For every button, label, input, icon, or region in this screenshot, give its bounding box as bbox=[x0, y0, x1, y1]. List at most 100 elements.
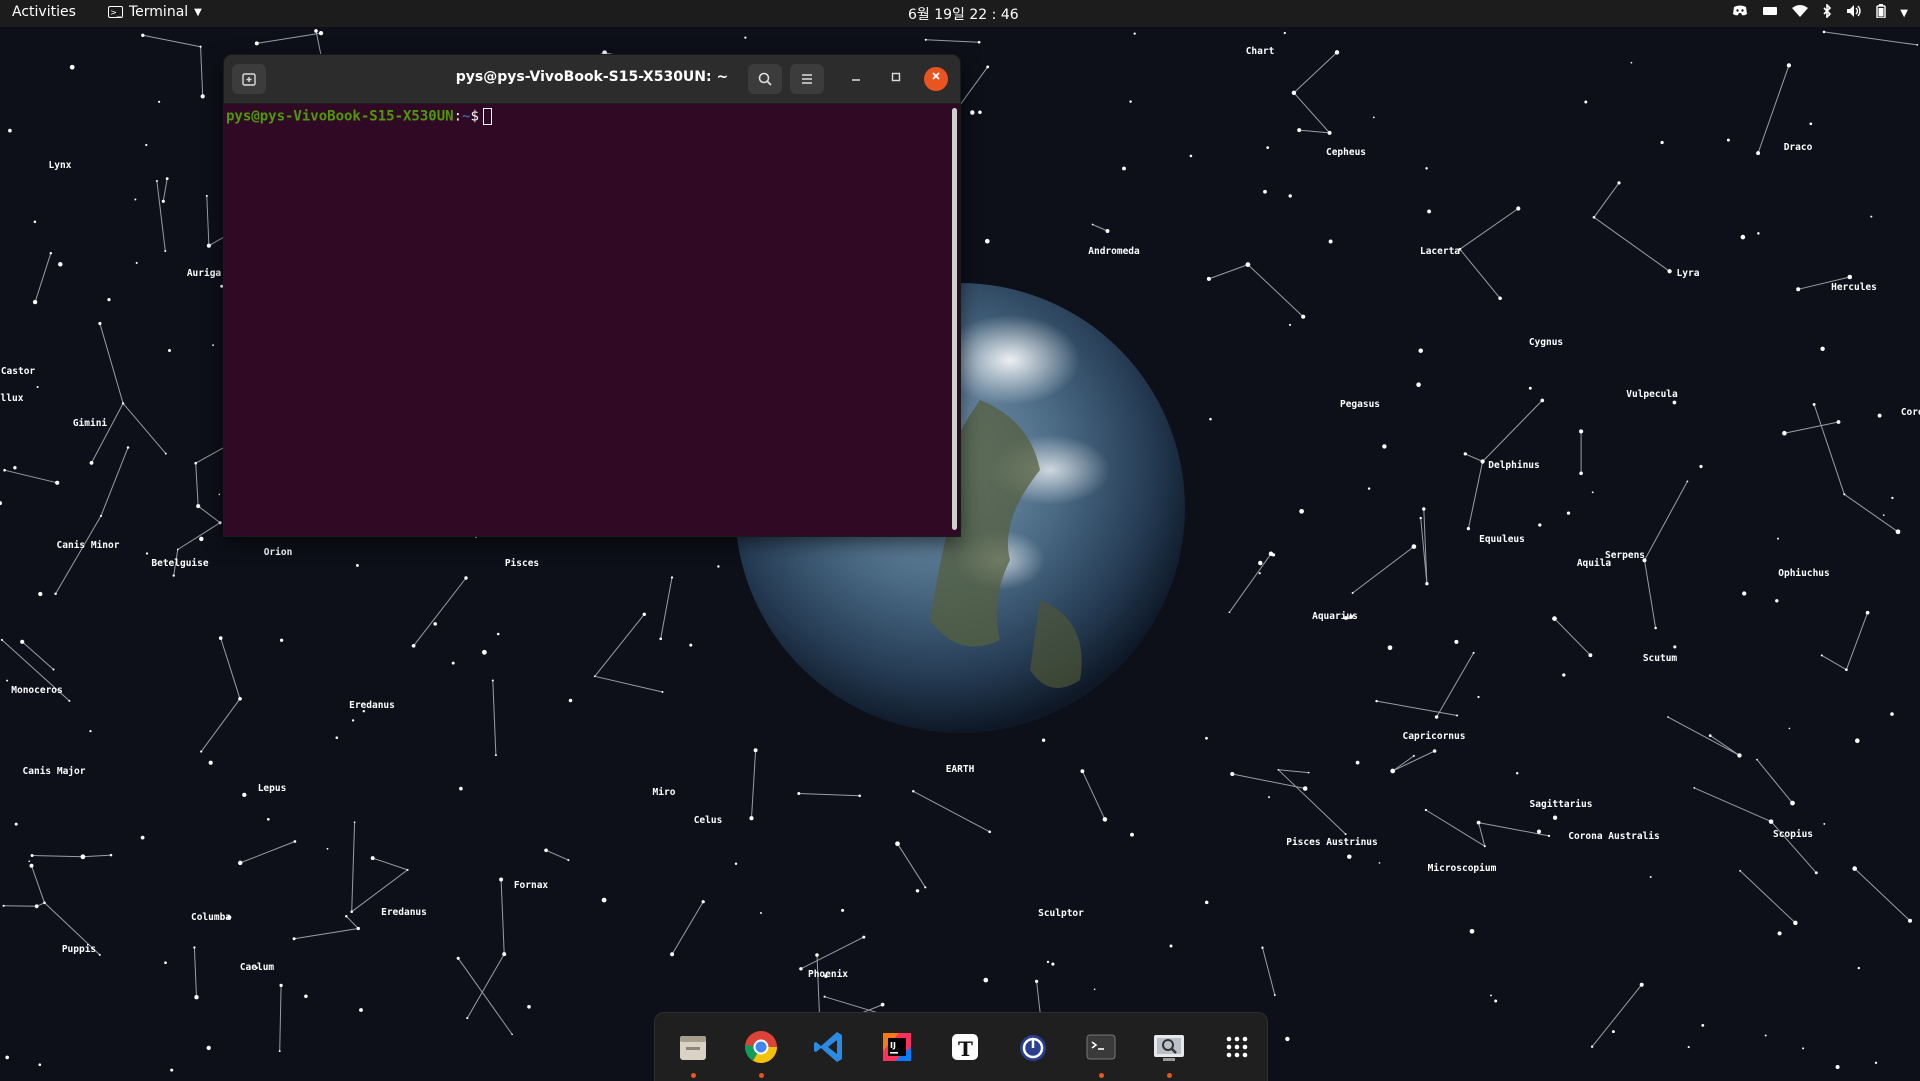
star bbox=[345, 915, 348, 918]
menu-button[interactable] bbox=[790, 64, 824, 94]
star bbox=[212, 344, 215, 347]
star bbox=[1424, 808, 1428, 812]
volume-icon[interactable] bbox=[1846, 4, 1862, 22]
star bbox=[1865, 610, 1870, 615]
star bbox=[1387, 645, 1393, 651]
terminal-window[interactable]: pys@pys-VivoBook-S15-X530UN: ~ pys@pys-V… bbox=[224, 55, 960, 536]
star bbox=[52, 668, 55, 671]
star bbox=[1494, 999, 1498, 1003]
star bbox=[145, 552, 149, 555]
star bbox=[499, 877, 504, 882]
constellation-label: Lyra bbox=[1677, 268, 1700, 279]
star bbox=[1877, 413, 1882, 418]
star bbox=[5, 1055, 9, 1060]
star bbox=[1874, 1061, 1878, 1065]
dock-vscode[interactable] bbox=[809, 1027, 849, 1067]
bluetooth-icon[interactable] bbox=[1822, 3, 1832, 22]
constellation-label: Columba bbox=[191, 912, 231, 923]
star bbox=[970, 110, 975, 115]
star bbox=[121, 402, 125, 405]
system-tray[interactable]: ▼ bbox=[1732, 3, 1908, 22]
new-tab-button[interactable] bbox=[232, 64, 266, 94]
star bbox=[1786, 63, 1792, 68]
star bbox=[58, 262, 63, 267]
star bbox=[218, 493, 221, 496]
system-menu-chevron-icon[interactable]: ▼ bbox=[1900, 8, 1908, 19]
star bbox=[753, 748, 758, 753]
star bbox=[411, 643, 416, 648]
star bbox=[1169, 944, 1173, 948]
star bbox=[1302, 786, 1308, 791]
constellation-label: Puppis bbox=[62, 944, 96, 955]
maximize-button[interactable] bbox=[884, 67, 908, 91]
constellation-label: Vulpecula bbox=[1626, 389, 1678, 400]
star bbox=[89, 461, 94, 465]
star bbox=[1472, 651, 1475, 654]
activities-button[interactable]: Activities bbox=[12, 4, 76, 20]
star bbox=[1245, 262, 1251, 267]
clock[interactable]: 6월 19일 22 : 46 bbox=[908, 4, 1019, 24]
star bbox=[1334, 50, 1340, 55]
star bbox=[1579, 471, 1583, 476]
star bbox=[38, 1063, 42, 1067]
star bbox=[1547, 834, 1551, 838]
dock-files[interactable] bbox=[673, 1027, 713, 1067]
dock-terminal[interactable] bbox=[1081, 1027, 1121, 1067]
star bbox=[145, 143, 148, 147]
star bbox=[170, 1068, 174, 1072]
dock-intellij[interactable]: IJ bbox=[877, 1027, 917, 1067]
star bbox=[1091, 223, 1094, 226]
terminal-scrollbar[interactable] bbox=[952, 108, 957, 530]
star bbox=[1122, 166, 1126, 171]
terminal-output[interactable]: pys@pys-VivoBook-S15-X530UN:~$ bbox=[224, 104, 952, 536]
star bbox=[1273, 994, 1276, 996]
terminal-titlebar[interactable]: pys@pys-VivoBook-S15-X530UN: ~ bbox=[224, 55, 960, 104]
vscode-icon bbox=[814, 1032, 842, 1062]
hamburger-menu-icon bbox=[802, 74, 812, 84]
star bbox=[1372, 116, 1375, 119]
dock-screenshot[interactable] bbox=[1149, 1027, 1189, 1067]
star bbox=[1802, 1047, 1805, 1050]
discord-icon[interactable] bbox=[1732, 5, 1748, 21]
wifi-icon[interactable] bbox=[1792, 4, 1809, 22]
battery-icon[interactable] bbox=[1876, 4, 1886, 22]
constellation-label: Canis Minor bbox=[57, 540, 120, 551]
star bbox=[1584, 100, 1588, 104]
star bbox=[593, 675, 596, 678]
star bbox=[1822, 30, 1826, 34]
search-button[interactable] bbox=[748, 64, 782, 94]
star bbox=[172, 574, 175, 577]
constellation-label: Pisces bbox=[505, 558, 539, 569]
star bbox=[1739, 869, 1742, 872]
star bbox=[135, 261, 138, 264]
constellation-label: Corona bbox=[1901, 407, 1920, 418]
star bbox=[797, 792, 801, 795]
star bbox=[200, 750, 203, 753]
star bbox=[1299, 508, 1304, 514]
dock-timer[interactable] bbox=[1013, 1027, 1053, 1067]
timer-icon bbox=[1020, 1035, 1046, 1061]
minimize-button[interactable] bbox=[844, 67, 868, 91]
star bbox=[1476, 820, 1481, 825]
star bbox=[1382, 444, 1387, 449]
dock-typora[interactable]: T bbox=[945, 1027, 985, 1067]
app-menu-terminal[interactable]: >_ Terminal ▼ bbox=[108, 4, 202, 20]
show-applications-button[interactable] bbox=[1217, 1027, 1257, 1067]
constellation-label: Corona Australis bbox=[1568, 831, 1660, 842]
star bbox=[0, 638, 3, 641]
star bbox=[205, 194, 208, 197]
star bbox=[858, 794, 861, 798]
close-button[interactable] bbox=[924, 67, 948, 91]
star bbox=[1768, 819, 1774, 824]
constellation-label: Andromeda bbox=[1088, 246, 1140, 257]
star bbox=[193, 946, 196, 949]
keyboard-icon[interactable] bbox=[1762, 5, 1778, 21]
star bbox=[1355, 760, 1360, 765]
star bbox=[1660, 140, 1664, 145]
star bbox=[1588, 653, 1593, 658]
constellation-label: Celus bbox=[694, 815, 723, 826]
star bbox=[1228, 611, 1231, 614]
top-bar: Activities >_ Terminal ▼ 6월 19일 22 : 46 … bbox=[0, 0, 1920, 27]
star bbox=[69, 64, 75, 70]
dock-chrome[interactable] bbox=[741, 1027, 781, 1067]
